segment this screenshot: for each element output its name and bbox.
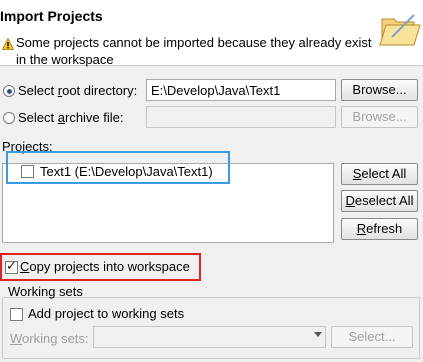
root-browse-label: Browse... xyxy=(352,82,407,97)
working-sets-group-label: Working sets xyxy=(8,284,83,299)
working-sets-combo-mnemonic: W xyxy=(10,331,23,346)
chevron-down-icon xyxy=(314,332,322,337)
warning-message: Some projects cannot be imported because… xyxy=(16,35,372,67)
working-sets-select-label: Select... xyxy=(348,329,396,344)
page-title: Import Projects xyxy=(0,8,103,24)
working-sets-combo-rest: orking sets: xyxy=(22,331,89,346)
copy-projects-highlight-box xyxy=(0,253,201,281)
warning-icon xyxy=(2,38,14,50)
archive-browse-button[interactable]: Browse... xyxy=(341,106,418,128)
root-directory-radio[interactable] xyxy=(3,85,15,97)
project-highlight-box xyxy=(6,151,230,184)
wizard-header: Import Projects Some projects cannot be … xyxy=(0,0,423,67)
root-directory-label[interactable]: Select root directory: xyxy=(18,83,137,98)
add-to-working-sets-checkbox[interactable] xyxy=(10,308,23,321)
root-directory-label-prefix: Select xyxy=(18,83,58,98)
folder-import-banner-icon xyxy=(379,14,421,46)
working-sets-combo-label: Working sets: xyxy=(10,331,89,346)
root-browse-button[interactable]: Browse... xyxy=(341,79,418,101)
refresh-rest: efresh xyxy=(366,221,403,236)
working-sets-select-button[interactable]: Select... xyxy=(331,326,413,348)
deselect-all-button[interactable]: Deselect All xyxy=(341,190,418,212)
archive-file-input[interactable] xyxy=(146,106,336,128)
archive-file-label[interactable]: Select archive file: xyxy=(18,110,124,125)
select-all-button[interactable]: Select All xyxy=(341,163,418,185)
deselect-all-mnemonic: D xyxy=(345,193,355,208)
root-directory-label-suffix: oot directory: xyxy=(62,83,138,98)
working-sets-combo[interactable] xyxy=(93,326,326,348)
archive-file-label-mnemonic: a xyxy=(57,110,65,125)
archive-browse-label: Browse... xyxy=(352,109,407,124)
root-directory-input[interactable]: E:\Develop\Java\Text1 xyxy=(146,79,336,101)
archive-file-radio[interactable] xyxy=(3,112,15,124)
deselect-all-rest: eselect All xyxy=(354,193,414,208)
archive-file-label-prefix: Select xyxy=(18,110,58,125)
refresh-button[interactable]: Refresh xyxy=(341,218,418,240)
select-all-rest: elect All xyxy=(361,166,407,181)
refresh-mnemonic: R xyxy=(356,221,367,236)
archive-file-label-suffix: rchive file: xyxy=(64,110,124,125)
add-to-working-sets-label[interactable]: Add project to working sets xyxy=(28,306,184,321)
